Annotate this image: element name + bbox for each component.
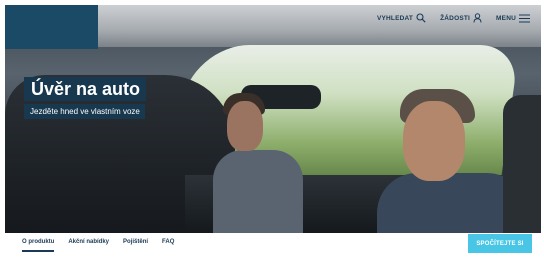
brand-logo[interactable] [5, 5, 98, 49]
hero-title: Úvěr na auto [31, 78, 141, 99]
hero-subtitle: Jezděte hned ve vlastním voze [30, 107, 140, 116]
menu-label: MENU [496, 14, 516, 22]
requests-label: ŽÁDOSTI [440, 14, 471, 22]
menu-button[interactable]: MENU [496, 14, 530, 23]
hero-title-box: Úvěr na auto [24, 77, 147, 101]
hamburger-icon [519, 14, 530, 22]
calculate-button[interactable]: SPOČÍTEJTE SI [468, 234, 532, 253]
search-link[interactable]: VYHLEDAT [377, 13, 426, 23]
tab-insurance[interactable]: Pojištění [123, 239, 148, 252]
tab-faq[interactable]: FAQ [162, 239, 174, 252]
product-subnav: O produktu Akční nabídky Pojištění FAQ S… [0, 233, 544, 258]
product-tabs: O produktu Akční nabídky Pojištění FAQ [22, 239, 174, 252]
passenger-body [213, 150, 303, 233]
requests-link[interactable]: ŽÁDOSTI [440, 13, 482, 23]
driver-head [403, 101, 465, 181]
user-icon [473, 13, 482, 23]
passenger-head [227, 101, 263, 151]
top-navigation: VYHLEDAT ŽÁDOSTI MENU [377, 12, 530, 24]
rear-seat [503, 95, 541, 233]
hero-subtitle-box: Jezděte hned ve vlastním voze [24, 104, 145, 119]
tab-special-offers[interactable]: Akční nabídky [68, 239, 109, 252]
tab-about-product[interactable]: O produktu [22, 239, 55, 252]
search-label: VYHLEDAT [376, 14, 414, 22]
search-icon [416, 13, 426, 23]
